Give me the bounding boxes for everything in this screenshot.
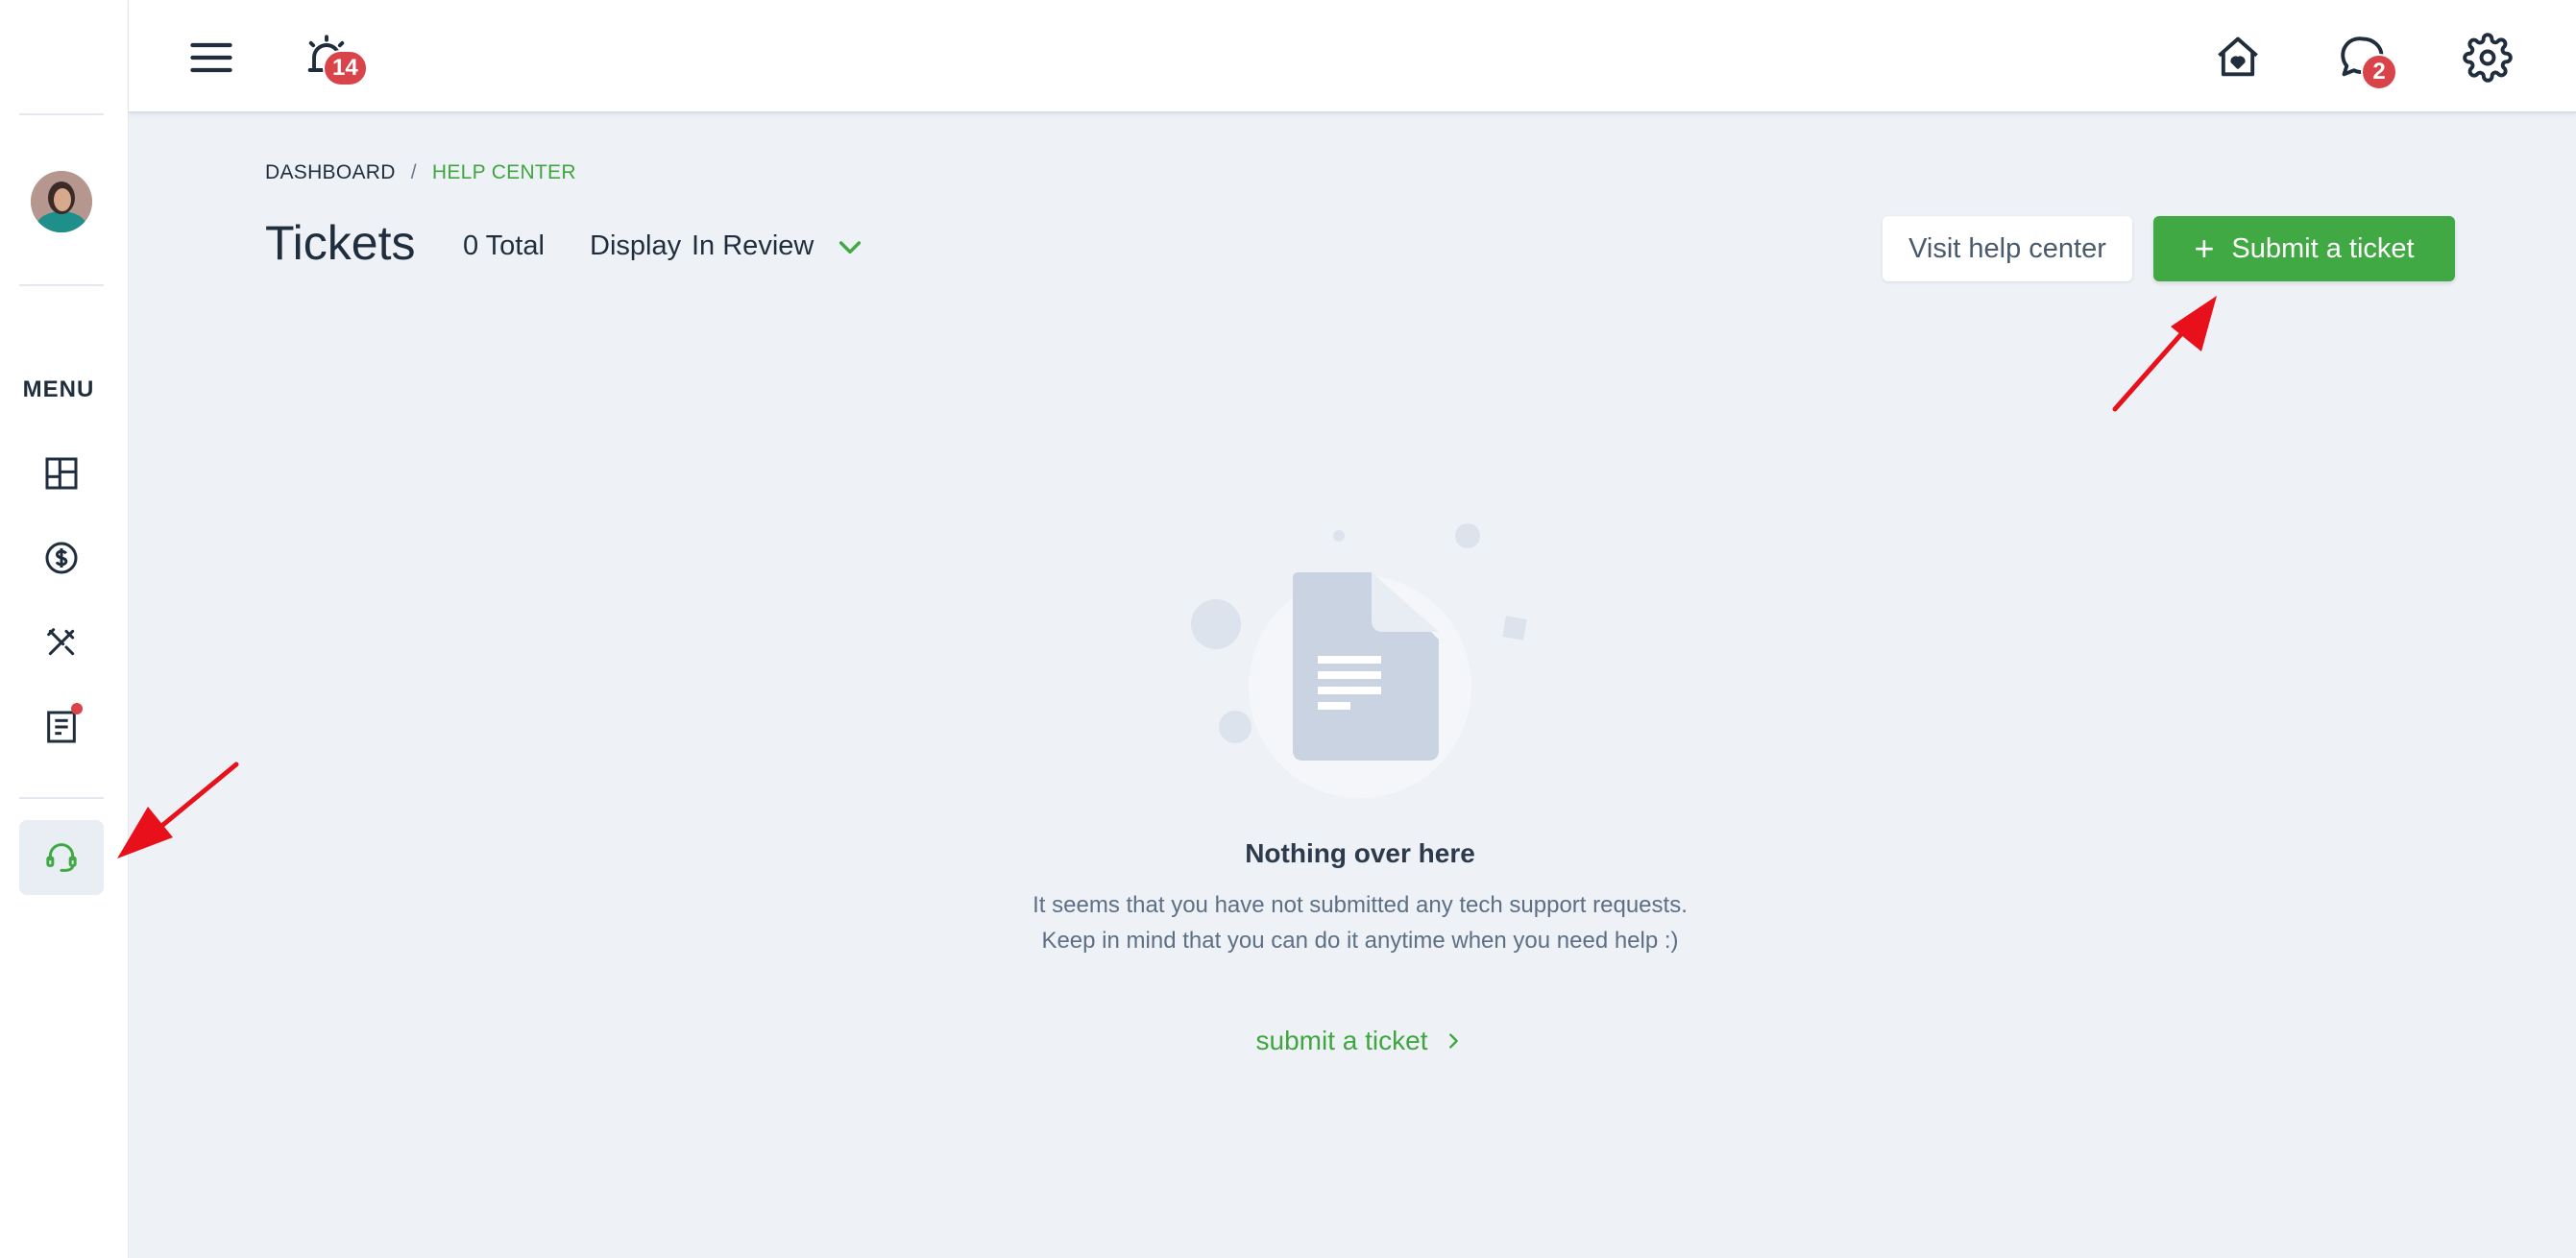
alarm-button[interactable]: 14 <box>292 23 368 92</box>
sidebar-item-support[interactable] <box>19 820 104 895</box>
breadcrumb-dashboard-link[interactable]: DASHBOARD <box>265 161 396 184</box>
annotation-arrow-submit <box>2112 296 2217 412</box>
display-filter-value: In Review <box>692 230 814 261</box>
plus-icon: + <box>2194 229 2215 268</box>
tools-icon <box>47 628 75 656</box>
empty-state-title: Nothing over here <box>1245 838 1475 868</box>
page-title: Tickets <box>265 216 416 270</box>
visit-help-center-button[interactable]: Visit help center <box>1883 216 2132 281</box>
gear-icon <box>2463 33 2513 83</box>
submit-ticket-button[interactable]: + Submit a ticket <box>2153 216 2455 281</box>
empty-state-line-1: It seems that you have not submitted any… <box>1033 892 1688 918</box>
breadcrumb: DASHBOARD / HELP CENTER <box>265 161 576 184</box>
sidebar: MENU <box>0 0 129 1258</box>
submit-ticket-link-label: submit a ticket <box>1255 1026 1428 1055</box>
sidebar-divider <box>19 113 104 115</box>
empty-state-description: It seems that you have not submitted any… <box>960 887 1760 958</box>
alarm-badge: 14 <box>323 50 368 86</box>
settings-button[interactable] <box>2453 23 2522 92</box>
sidebar-item-documents[interactable] <box>19 689 104 764</box>
menu-label: MENU <box>22 376 95 402</box>
user-avatar[interactable] <box>31 171 92 232</box>
home-heart-icon <box>2218 36 2258 77</box>
breadcrumb-current: HELP CENTER <box>431 161 576 183</box>
empty-document-illustration <box>1191 523 1527 798</box>
billing-icon <box>45 542 78 574</box>
top-bar: 14 2 <box>129 0 2576 113</box>
sidebar-divider <box>19 284 104 286</box>
breadcrumb-separator: / <box>410 161 417 183</box>
display-filter-dropdown[interactable]: In Review <box>692 230 865 262</box>
chevron-right-icon <box>1449 1033 1459 1049</box>
sidebar-item-tools[interactable] <box>19 605 104 680</box>
submit-ticket-label: Submit a ticket <box>2231 232 2415 264</box>
home-button[interactable] <box>2203 23 2272 92</box>
sidebar-item-billing[interactable] <box>19 520 104 595</box>
messages-button[interactable]: 2 <box>2328 23 2397 92</box>
submit-ticket-link[interactable]: submit a ticket <box>1000 1026 1720 1056</box>
headset-icon <box>46 843 77 872</box>
display-filter-label: Display <box>590 230 682 261</box>
notification-dot <box>71 703 83 714</box>
dashboard-icon <box>45 457 78 490</box>
chevron-down-icon <box>839 240 862 254</box>
ticket-total-count: 0 Total <box>463 230 545 261</box>
hamburger-icon <box>190 42 232 73</box>
annotation-arrow-support <box>117 762 239 859</box>
sidebar-divider <box>19 797 104 799</box>
hamburger-menu-button[interactable] <box>177 23 246 92</box>
sidebar-item-dashboard[interactable] <box>19 436 104 511</box>
empty-state-line-2: Keep in mind that you can do it anytime … <box>1041 928 1679 954</box>
messages-badge: 2 <box>2361 54 2397 90</box>
